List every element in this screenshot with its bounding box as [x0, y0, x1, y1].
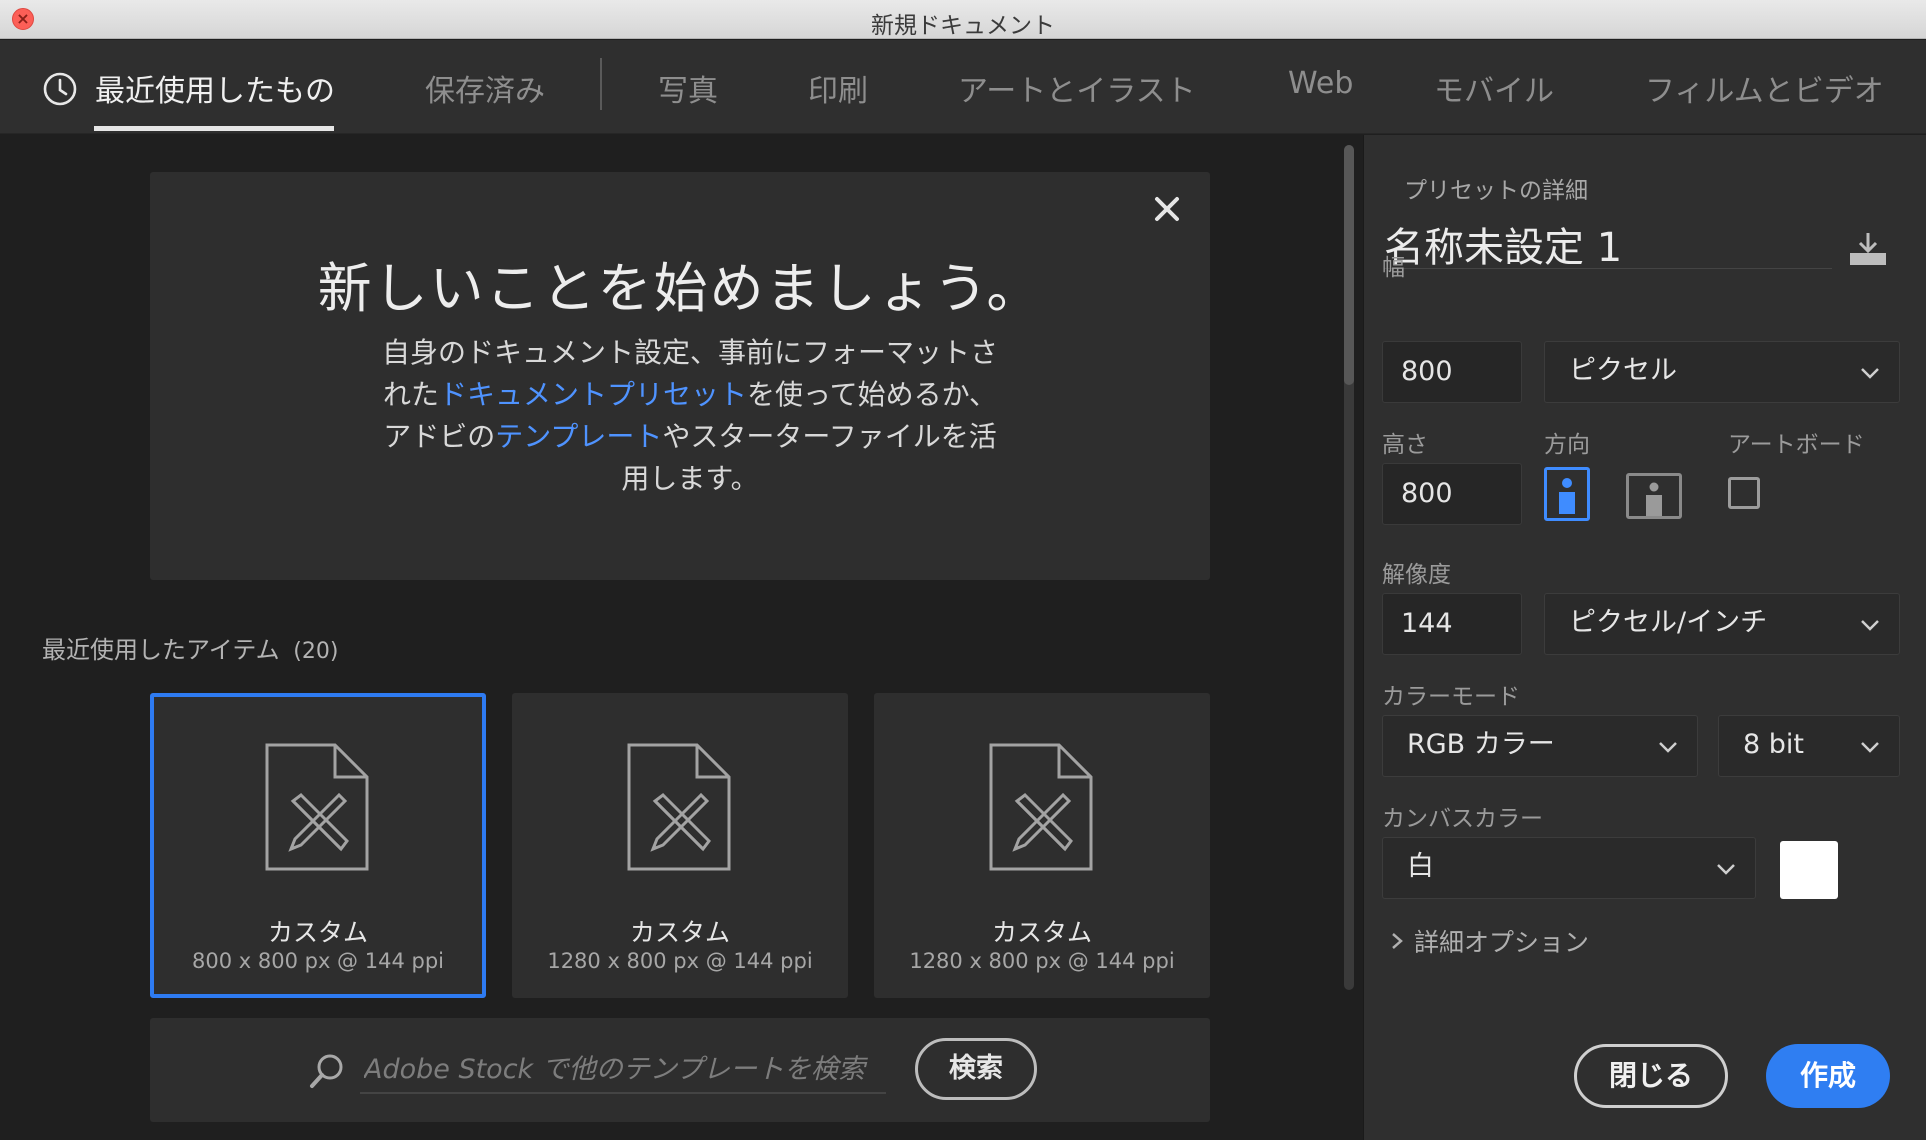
chevron-down-icon: [1861, 368, 1879, 379]
resolution-unit-select[interactable]: ピクセル/インチ: [1544, 593, 1900, 655]
height-input[interactable]: 800: [1382, 463, 1522, 525]
bit-depth-value: 8 bit: [1743, 729, 1804, 760]
desc-text: やスターターファイルを活用します。: [621, 420, 997, 495]
landscape-icon: [1646, 482, 1662, 516]
title-bar: × 新規ドキュメント: [0, 0, 1926, 39]
width-input[interactable]: 800: [1382, 341, 1522, 403]
tab-divider: [600, 58, 602, 110]
document-name-field[interactable]: 名称未設定 1: [1384, 215, 1832, 271]
recent-item-card[interactable]: カスタム 1280 x 800 px @ 144 ppi: [512, 693, 848, 998]
preset-details-panel: プリセットの詳細 名称未設定 1 幅 800 ピクセル 高さ 方向 アートボード…: [1363, 135, 1926, 1140]
tab-web[interactable]: Web: [1288, 66, 1353, 101]
preset-category-tabs: 最近使用したもの 保存済み 写真 印刷 アートとイラスト Web モバイル フィ…: [0, 40, 1926, 134]
color-mode-select[interactable]: RGB カラー: [1382, 715, 1698, 777]
item-dimensions: 1280 x 800 px @ 144 ppi: [547, 949, 813, 973]
recent-item-card[interactable]: カスタム 800 x 800 px @ 144 ppi: [150, 693, 486, 998]
stock-search-input[interactable]: [360, 1046, 886, 1094]
clock-icon: [43, 72, 77, 106]
recent-heading-label: 最近使用したアイテム: [42, 636, 280, 664]
item-dimensions: 1280 x 800 px @ 144 ppi: [909, 949, 1175, 973]
width-label: 幅: [1382, 255, 1405, 281]
tab-mobile[interactable]: モバイル: [1434, 66, 1554, 110]
templates-link[interactable]: テンプレート: [495, 420, 662, 453]
close-button[interactable]: 閉じる: [1574, 1044, 1728, 1108]
canvas-color-swatch[interactable]: [1780, 841, 1838, 899]
chevron-down-icon: [1861, 742, 1879, 753]
canvas-color-value: 白: [1407, 851, 1434, 882]
color-mode-label: カラーモード: [1382, 684, 1520, 710]
create-button[interactable]: 作成: [1766, 1044, 1890, 1108]
welcome-title: 新しいことを始めましょう。: [317, 257, 1043, 320]
close-icon[interactable]: [1148, 190, 1186, 228]
preset-details-heading: プリセットの詳細: [1404, 178, 1588, 204]
item-name: カスタム: [991, 918, 1092, 947]
chevron-right-icon: [1392, 933, 1403, 949]
tab-film-video[interactable]: フィルムとビデオ: [1645, 66, 1884, 110]
portrait-icon: [1559, 478, 1575, 514]
height-label: 高さ: [1382, 432, 1428, 458]
welcome-banner: 新しいことを始めましょう。 自身のドキュメント設定、事前にフォーマットされたドキ…: [150, 172, 1210, 580]
width-unit-value: ピクセル: [1569, 355, 1677, 386]
item-dimensions: 800 x 800 px @ 144 ppi: [192, 949, 444, 973]
tab-art-illustration[interactable]: アートとイラスト: [958, 66, 1196, 110]
orientation-label: 方向: [1544, 432, 1590, 458]
tab-photo[interactable]: 写真: [658, 66, 718, 110]
recent-count: (20): [293, 639, 339, 664]
document-presets-link[interactable]: ドキュメントプリセット: [439, 378, 747, 411]
chevron-down-icon: [1717, 864, 1735, 875]
item-name: カスタム: [629, 918, 730, 947]
artboard-checkbox[interactable]: [1728, 477, 1760, 509]
chevron-down-icon: [1659, 742, 1677, 753]
welcome-description: 自身のドキュメント設定、事前にフォーマットされたドキュメントプリセットを使って始…: [370, 332, 1010, 500]
custom-document-icon: [265, 743, 369, 871]
resolution-label: 解像度: [1382, 562, 1451, 588]
chevron-down-icon: [1861, 620, 1879, 631]
tab-print[interactable]: 印刷: [808, 66, 868, 110]
advanced-options-toggle[interactable]: 詳細オプション: [1388, 923, 1589, 959]
advanced-options-label: 詳細オプション: [1414, 928, 1590, 957]
new-document-dialog: × 新規ドキュメント 最近使用したもの 保存済み 写真 印刷 アートとイラスト …: [0, 0, 1926, 1140]
scrollbar-thumb[interactable]: [1344, 145, 1354, 385]
active-tab-indicator: [94, 126, 334, 131]
resolution-input[interactable]: 144: [1382, 593, 1522, 655]
recent-item-card[interactable]: カスタム 1280 x 800 px @ 144 ppi: [874, 693, 1210, 998]
width-unit-select[interactable]: ピクセル: [1544, 341, 1900, 403]
custom-document-icon: [989, 743, 1093, 871]
custom-document-icon: [627, 743, 731, 871]
bit-depth-select[interactable]: 8 bit: [1718, 715, 1900, 777]
window-title: 新規ドキュメント: [871, 13, 1055, 39]
canvas-color-label: カンバスカラー: [1382, 806, 1543, 832]
recent-items-heading: 最近使用したアイテム (20): [42, 630, 338, 665]
resolution-unit-value: ピクセル/インチ: [1569, 607, 1768, 638]
adobe-stock-search-bar: 検索: [150, 1018, 1210, 1122]
color-mode-value: RGB カラー: [1407, 729, 1555, 760]
search-icon: [310, 1054, 343, 1088]
item-name: カスタム: [267, 918, 368, 947]
landscape-orientation-button[interactable]: [1626, 473, 1682, 519]
portrait-orientation-button[interactable]: [1544, 467, 1590, 521]
canvas-color-select[interactable]: 白: [1382, 837, 1756, 899]
tab-saved[interactable]: 保存済み: [425, 66, 545, 110]
artboard-label: アートボード: [1728, 432, 1865, 458]
save-preset-icon[interactable]: [1848, 231, 1888, 267]
tab-recent[interactable]: 最近使用したもの: [95, 66, 335, 110]
search-button[interactable]: 検索: [915, 1038, 1037, 1100]
